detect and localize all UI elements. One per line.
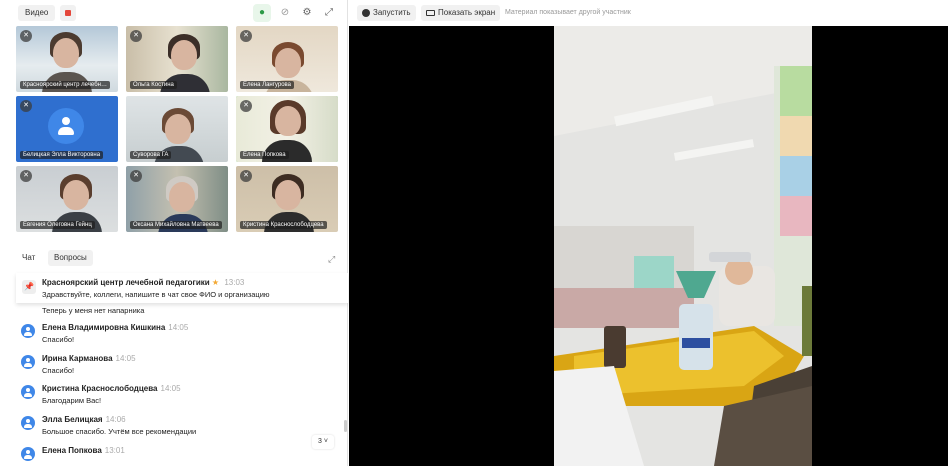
- record-stop-button[interactable]: [60, 5, 76, 21]
- expand-icon[interactable]: ⤢: [320, 4, 338, 22]
- participant-name: Оксана Михайловна Матвеева: [130, 221, 222, 229]
- author-name: Ирина Карманова: [42, 354, 113, 363]
- chat-messages: Теперь у меня нет напарника Елена Владим…: [16, 303, 346, 466]
- face: [53, 38, 79, 68]
- message-text: Спасибо!: [42, 366, 75, 375]
- face: [63, 180, 89, 210]
- screen-icon: [426, 9, 435, 16]
- participant-name: Белицкая Элла Викторовна: [20, 151, 104, 159]
- message-time: 14:05: [160, 384, 181, 393]
- message-author: Елена Владимировна Кишкина 14:05: [42, 323, 188, 332]
- muted-mic-icon: ✕: [130, 170, 142, 182]
- message-text: Спасибо!: [42, 335, 75, 344]
- participant-tile[interactable]: ✕ Ольга Костина: [126, 26, 228, 92]
- message-author: Элла Белицкая 14:06: [42, 415, 126, 424]
- avatar: [21, 416, 35, 430]
- avatar: [21, 324, 35, 338]
- message-text: Теперь у меня нет напарника: [42, 306, 145, 315]
- gear-icon[interactable]: ⚙: [298, 4, 316, 22]
- participant-name: Елена Лангурова: [240, 81, 294, 89]
- participant-tile[interactable]: ✕ Красноярский центр лечебн…: [16, 26, 118, 92]
- share-screen-button[interactable]: Показать экран: [421, 5, 501, 21]
- face: [165, 114, 191, 144]
- participant-name: Евгения Олеговна Гейнц: [20, 221, 95, 229]
- video-frame: [554, 26, 812, 466]
- start-label: Запустить: [373, 8, 411, 17]
- muted-mic-icon: ✕: [20, 30, 32, 42]
- message-author: Ирина Карманова 14:05: [42, 354, 136, 363]
- muted-mic-icon: ✕: [20, 170, 32, 182]
- pinned-message: 📌 Красноярский центр лечебной педагогики…: [16, 273, 348, 303]
- video-toolbar: Видео ● ⊘ ⚙ ⤢: [0, 0, 348, 26]
- pinned-text: Здравствуйте, коллеги, напишите в чат св…: [42, 290, 270, 299]
- muted-mic-icon: ✕: [240, 100, 252, 112]
- message-text: Благодарим Вас!: [42, 396, 102, 405]
- message-text: Большое спасибо. Учтём все рекомендации: [42, 427, 197, 436]
- face: [275, 48, 301, 78]
- chat-message: Елена Попкова 13:01: [16, 445, 336, 466]
- chat-message: Элла Белицкая 14:06 Большое спасибо. Учтё…: [16, 414, 336, 442]
- message-time: 13:01: [104, 446, 125, 455]
- participant-tile[interactable]: ✕ Оксана Михайловна Матвеева: [126, 166, 228, 232]
- chat-scrollbar[interactable]: [344, 420, 347, 432]
- participant-name: Елена Попкова: [240, 151, 289, 159]
- participant-name: Кристина Краснослободцева: [240, 221, 327, 229]
- author-name: Елена Попкова: [42, 446, 102, 455]
- avatar: [21, 355, 35, 369]
- start-button[interactable]: Запустить: [357, 5, 416, 21]
- chat-message: Кристина Краснослободцева 14:05 Благодари…: [16, 383, 336, 411]
- scroll-to-new-button[interactable]: 3 ˅: [312, 435, 334, 449]
- message-time: 14:05: [168, 323, 189, 332]
- tab-chat[interactable]: Чат: [16, 250, 41, 266]
- pin-icon[interactable]: 📌: [22, 280, 36, 294]
- participant-tile[interactable]: ✕ Белицкая Элла Викторовна: [16, 96, 118, 162]
- face: [171, 40, 197, 70]
- avatar: [48, 108, 84, 144]
- message-time: 14:05: [115, 354, 136, 363]
- pinned-author-name: Красноярский центр лечебной педагогики: [42, 278, 210, 287]
- face: [275, 180, 301, 210]
- avatar: [21, 447, 35, 461]
- chat-message: Ирина Карманова 14:05 Спасибо!: [16, 353, 336, 381]
- share-label: Показать экран: [438, 8, 496, 17]
- muted-mic-icon: ✕: [130, 30, 142, 42]
- pinned-time: 13:03: [224, 278, 245, 287]
- pinned-author: Красноярский центр лечебной педагогики ★…: [42, 278, 244, 287]
- play-icon: [362, 8, 370, 17]
- face: [275, 106, 301, 136]
- participant-tile[interactable]: ✕ Елена Лангурова: [236, 26, 338, 92]
- participant-tile[interactable]: ✕ Евгения Олеговна Гейнц: [16, 166, 118, 232]
- stop-icon: [65, 10, 71, 16]
- participant-name: Красноярский центр лечебн…: [20, 81, 110, 89]
- tab-questions[interactable]: Вопросы: [48, 250, 93, 266]
- author-name: Кристина Краснослободцева: [42, 384, 158, 393]
- message-author: Елена Попкова 13:01: [42, 446, 125, 455]
- participant-grid: ✕ Красноярский центр лечебн… ✕ Ольга Кос…: [16, 26, 340, 234]
- participant-tile[interactable]: Суворова ГА: [126, 96, 228, 162]
- message-author: Кристина Краснослободцева 14:05: [42, 384, 181, 393]
- share-status-note: Материал показывает другой участник: [505, 9, 631, 16]
- muted-mic-icon: ✕: [20, 100, 32, 112]
- left-panel: Видео ● ⊘ ⚙ ⤢ ✕ Красноярский центр лечеб…: [0, 0, 348, 466]
- chat-message: Елена Владимировна Кишкина 14:05 Спасибо!: [16, 322, 336, 350]
- star-icon: ★: [211, 278, 220, 287]
- participant-tile[interactable]: ✕ Кристина Краснослободцева: [236, 166, 338, 232]
- video-button[interactable]: Видео: [18, 5, 56, 21]
- expand-chat-icon[interactable]: ⤢: [328, 254, 335, 265]
- mic-on-icon[interactable]: ●: [253, 4, 271, 22]
- avatar: [21, 385, 35, 399]
- participant-tile-active-speaker[interactable]: ✕ Елена Попкова: [236, 96, 338, 162]
- shared-video-stage: [349, 26, 948, 466]
- participant-name: Ольга Костина: [130, 81, 177, 89]
- face: [169, 182, 195, 212]
- author-name: Елена Владимировна Кишкина: [42, 323, 166, 332]
- muted-mic-icon: ✕: [240, 30, 252, 42]
- author-name: Элла Белицкая: [42, 415, 103, 424]
- participant-name: Суворова ГА: [130, 151, 172, 159]
- camera-off-icon[interactable]: ⊘: [276, 4, 294, 22]
- muted-mic-icon: ✕: [240, 170, 252, 182]
- screen-share-toolbar: Запустить Показать экран Материал показы…: [349, 0, 948, 26]
- shared-video[interactable]: [554, 26, 812, 466]
- message-time: 14:06: [105, 415, 126, 424]
